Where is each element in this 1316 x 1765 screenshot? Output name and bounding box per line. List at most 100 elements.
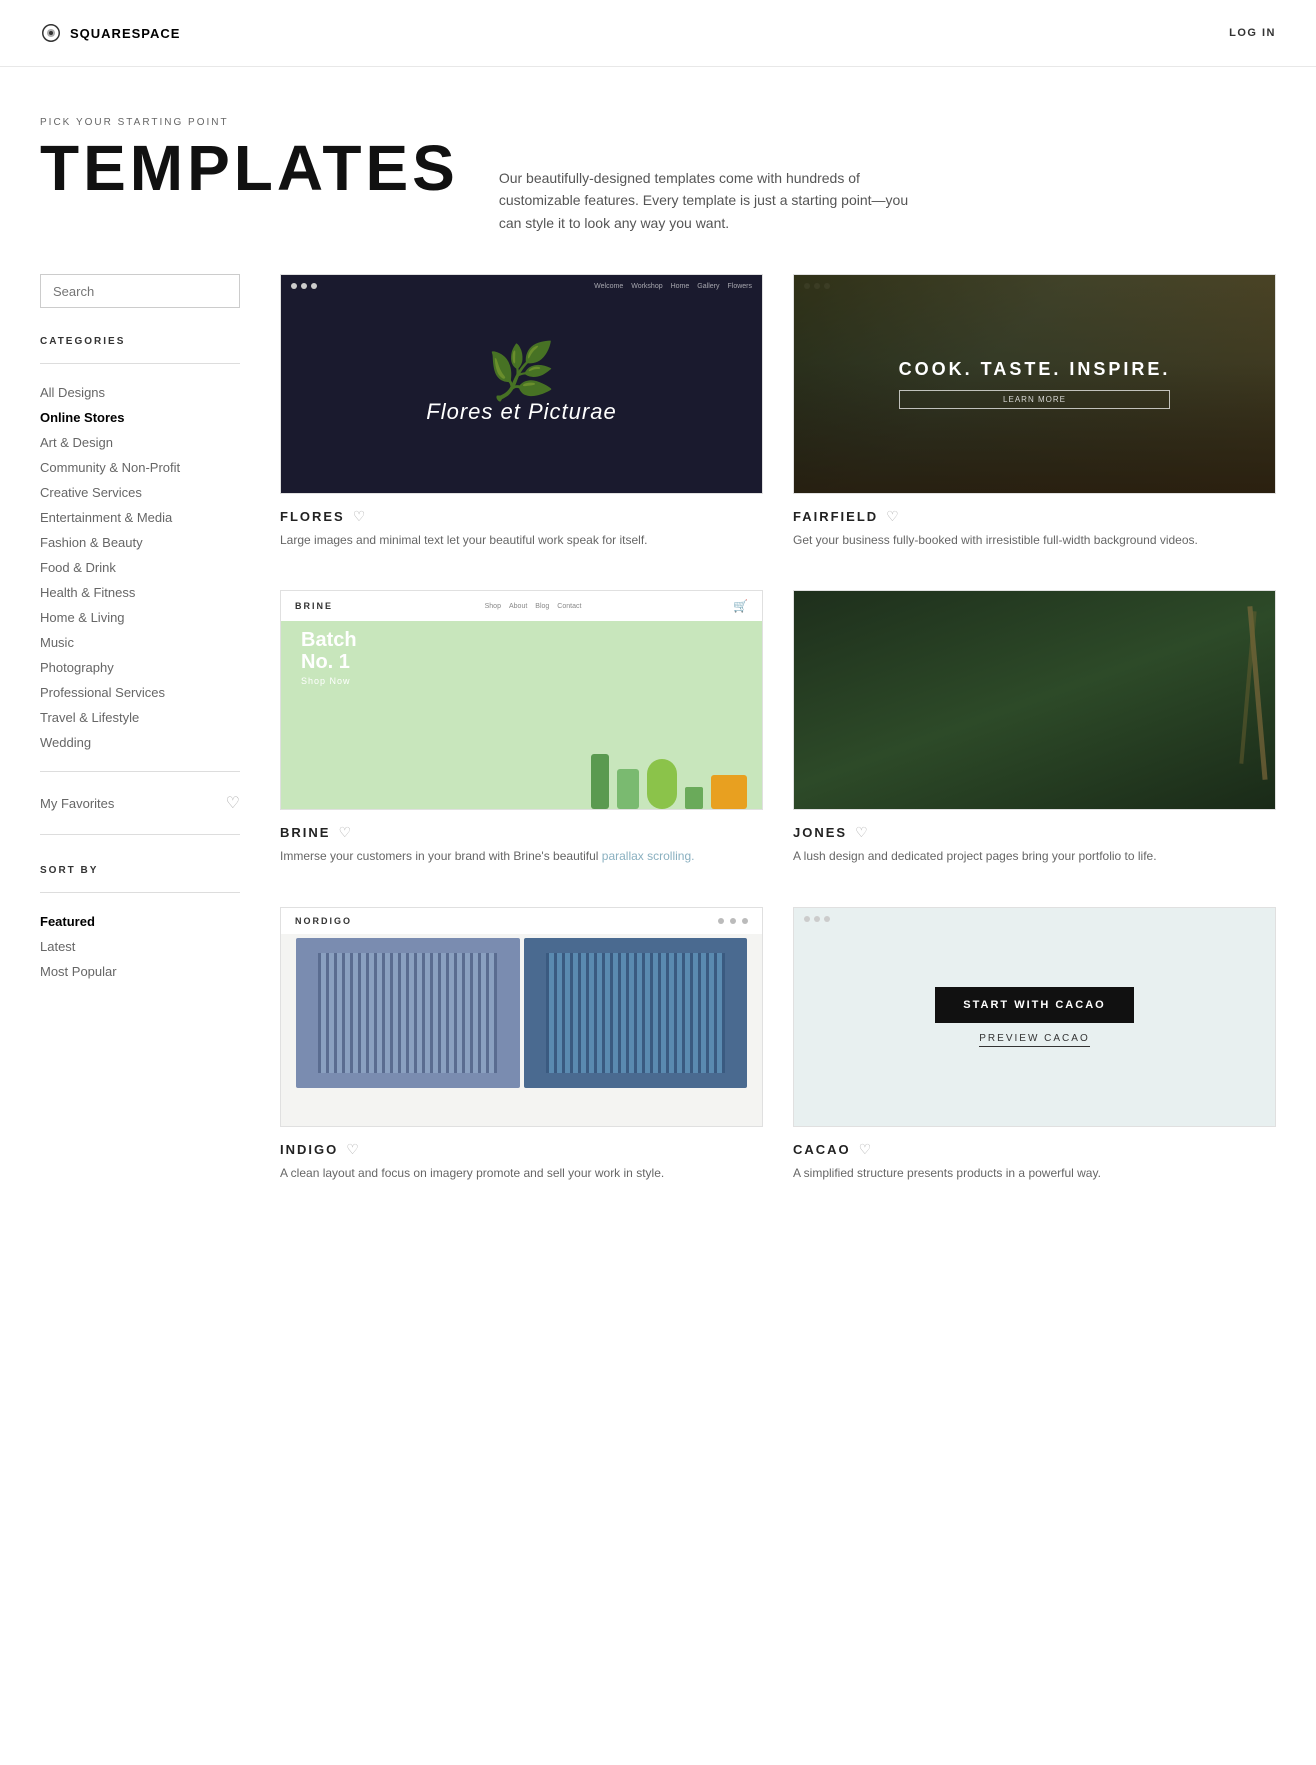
categories-title: CATEGORIES	[40, 336, 240, 347]
sidebar-item-creative-services[interactable]: Creative Services	[40, 480, 240, 505]
brine-heart-icon[interactable]: ♡	[338, 824, 351, 841]
brine-name-row: BRINE ♡	[280, 824, 763, 841]
jones-name-row: JONES ♡	[793, 824, 1276, 841]
sidebar-item-wedding[interactable]: Wedding	[40, 730, 240, 755]
sort-title: SORT BY	[40, 865, 240, 876]
flores-content: 🌿 Flores et Picturae	[426, 344, 616, 425]
indigo-img-2	[524, 938, 748, 1088]
flores-nav-link-1: Welcome	[594, 283, 623, 290]
fairfield-slogan: COOK. TASTE. INSPIRE.	[899, 359, 1171, 380]
indigo-name: INDIGO	[280, 1142, 338, 1157]
brine-shop-now[interactable]: Shop Now	[301, 676, 351, 686]
indigo-images	[281, 908, 762, 1126]
template-preview-indigo[interactable]: Nordigo	[280, 907, 763, 1127]
template-preview-brine[interactable]: BRINE Shop About Blog Contact 🛒 BatchNo.…	[280, 590, 763, 810]
template-card-brine: BRINE Shop About Blog Contact 🛒 BatchNo.…	[280, 590, 763, 866]
brine-cart[interactable]: 🛒	[733, 599, 748, 613]
categories-divider	[40, 363, 240, 364]
my-favorites[interactable]: My Favorites ♡	[40, 788, 240, 818]
jones-poster: CEREMONY & RECEPTION MARRIAGE SEPTEMBER …	[794, 591, 1275, 809]
product-1	[591, 754, 609, 809]
brine-header: BRINE Shop About Blog Contact 🛒	[281, 591, 762, 621]
product-can	[647, 759, 677, 809]
logo[interactable]: SQUARESPACE	[40, 22, 180, 44]
flores-nav: Welcome Workshop Home Gallery Flowers	[291, 283, 752, 290]
template-card-fairfield: COOK. TASTE. INSPIRE. LEARN MORE FAIRFIE…	[793, 274, 1276, 550]
template-preview-fairfield[interactable]: COOK. TASTE. INSPIRE. LEARN MORE	[793, 274, 1276, 494]
indigo-img-1	[296, 938, 520, 1088]
brine-description: Immerse your customers in your brand wit…	[280, 847, 763, 866]
sort-featured[interactable]: Featured	[40, 909, 240, 934]
product-2	[617, 769, 639, 809]
login-button[interactable]: LOG IN	[1229, 27, 1276, 39]
hero-subtitle: PICK YOUR STARTING POINT	[40, 117, 459, 128]
sidebar-item-music[interactable]: Music	[40, 630, 240, 655]
product-3	[685, 787, 703, 809]
template-preview-jones[interactable]: CEREMONY & RECEPTION MARRIAGE SEPTEMBER …	[793, 590, 1276, 810]
favorites-divider	[40, 771, 240, 772]
template-preview-cacao[interactable]: START WITH CACAO PREVIEW CACAO	[793, 907, 1276, 1127]
preview-dots	[804, 916, 830, 922]
sort-most-popular[interactable]: Most Popular	[40, 959, 240, 984]
brine-parallax-link[interactable]: parallax scrolling.	[602, 849, 695, 863]
cacao-name: CACAO	[793, 1142, 851, 1157]
dot-1	[804, 916, 810, 922]
sidebar-item-photography[interactable]: Photography	[40, 655, 240, 680]
jones-heart-icon[interactable]: ♡	[855, 824, 868, 841]
sort-latest[interactable]: Latest	[40, 934, 240, 959]
my-favorites-label: My Favorites	[40, 796, 114, 811]
cacao-heart-icon[interactable]: ♡	[859, 1141, 872, 1158]
hero-left: PICK YOUR STARTING POINT TEMPLATES	[40, 117, 459, 200]
search-input[interactable]	[53, 284, 229, 299]
squarespace-logo-icon	[40, 22, 62, 44]
cacao-description: A simplified structure presents products…	[793, 1164, 1276, 1183]
sidebar-item-fashion[interactable]: Fashion & Beauty	[40, 530, 240, 555]
template-preview-flores[interactable]: Welcome Workshop Home Gallery Flowers 🌿 …	[280, 274, 763, 494]
sidebar-item-professional[interactable]: Professional Services	[40, 680, 240, 705]
main-content: CATEGORIES All Designs Online Stores Art…	[0, 274, 1316, 1243]
indigo-fabric-2	[546, 953, 725, 1073]
sidebar-item-home[interactable]: Home & Living	[40, 605, 240, 630]
template-card-jones: CEREMONY & RECEPTION MARRIAGE SEPTEMBER …	[793, 590, 1276, 866]
sidebar-item-travel[interactable]: Travel & Lifestyle	[40, 705, 240, 730]
sidebar-item-health[interactable]: Health & Fitness	[40, 580, 240, 605]
jones-bg	[794, 591, 1275, 809]
fairfield-content: COOK. TASTE. INSPIRE. LEARN MORE	[899, 359, 1171, 409]
flores-heart-icon[interactable]: ♡	[353, 508, 366, 525]
hero-section: PICK YOUR STARTING POINT TEMPLATES Our b…	[0, 67, 1316, 274]
flores-description: Large images and minimal text let your b…	[280, 531, 763, 550]
jones-description: A lush design and dedicated project page…	[793, 847, 1276, 866]
fairfield-button[interactable]: LEARN MORE	[899, 390, 1171, 409]
fairfield-heart-icon[interactable]: ♡	[886, 508, 899, 525]
indigo-site-name: Nordigo	[295, 916, 352, 926]
heart-icon: ♡	[226, 793, 240, 813]
templates-grid: Welcome Workshop Home Gallery Flowers 🌿 …	[280, 274, 1276, 1183]
flores-nav-links: Welcome Workshop Home Gallery Flowers	[594, 283, 752, 290]
sidebar-item-community[interactable]: Community & Non-Profit	[40, 455, 240, 480]
indigo-nav-dots	[718, 918, 748, 924]
brine-site-name: BRINE	[295, 601, 333, 611]
sidebar-item-food[interactable]: Food & Drink	[40, 555, 240, 580]
indigo-heart-icon[interactable]: ♡	[346, 1141, 359, 1158]
search-box[interactable]	[40, 274, 240, 308]
fairfield-description: Get your business fully-booked with irre…	[793, 531, 1276, 550]
fairfield-name: FAIRFIELD	[793, 509, 878, 524]
sidebar-item-all-designs[interactable]: All Designs	[40, 380, 240, 405]
nav-dot-3	[742, 918, 748, 924]
template-card-cacao: START WITH CACAO PREVIEW CACAO CACAO ♡ A…	[793, 907, 1276, 1183]
flores-title: Flores et Picturae	[426, 399, 616, 425]
flores-nav-link-3: Home	[671, 283, 690, 290]
flores-plant-icon: 🌿	[426, 344, 616, 399]
brine-nav-3: Blog	[535, 603, 549, 610]
product-jar	[711, 775, 747, 809]
categories-section: CATEGORIES All Designs Online Stores Art…	[40, 336, 240, 755]
cacao-preview-link[interactable]: PREVIEW CACAO	[979, 1033, 1089, 1047]
cacao-start-button[interactable]: START WITH CACAO	[935, 987, 1133, 1023]
nav-dot-2	[730, 918, 736, 924]
sidebar-item-online-stores[interactable]: Online Stores	[40, 405, 240, 430]
sidebar-item-art-design[interactable]: Art & Design	[40, 430, 240, 455]
sidebar-item-entertainment[interactable]: Entertainment & Media	[40, 505, 240, 530]
dot-3	[824, 916, 830, 922]
indigo-fabric-1	[318, 953, 497, 1073]
sort-divider	[40, 834, 240, 835]
